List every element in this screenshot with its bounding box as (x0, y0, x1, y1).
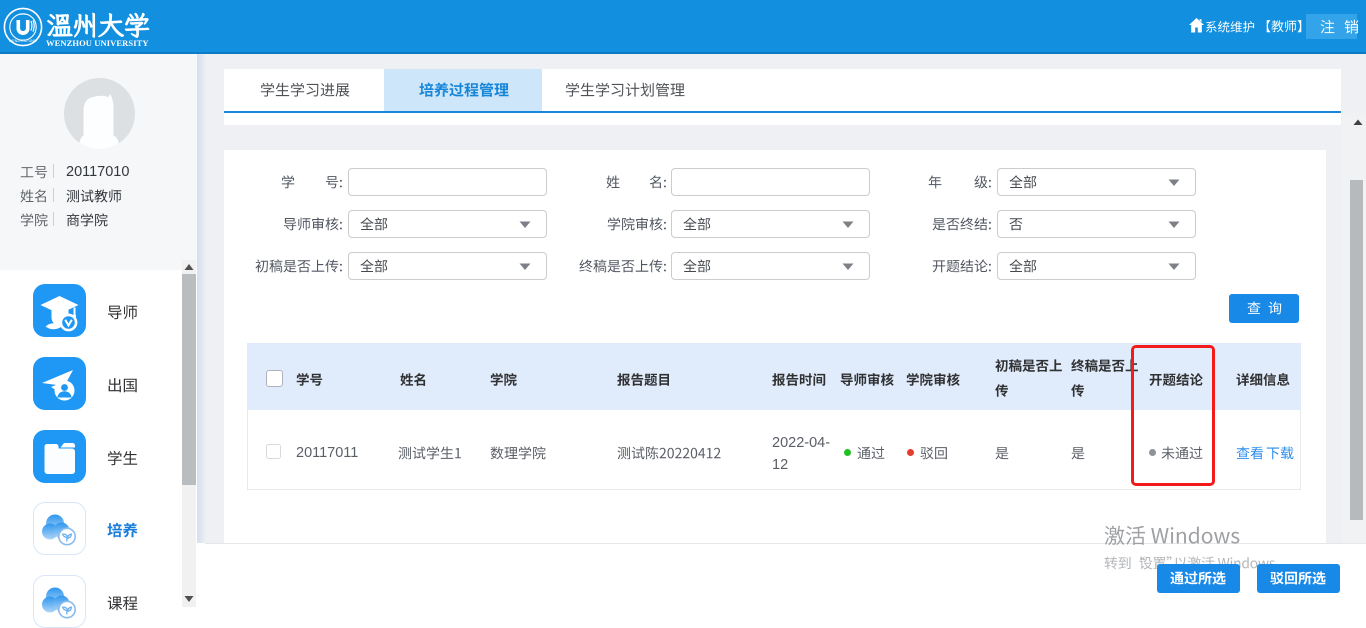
svg-text:·····: ····· (19, 12, 27, 17)
svg-text:WENZHOU UNIV: WENZHOU UNIV (9, 39, 38, 43)
